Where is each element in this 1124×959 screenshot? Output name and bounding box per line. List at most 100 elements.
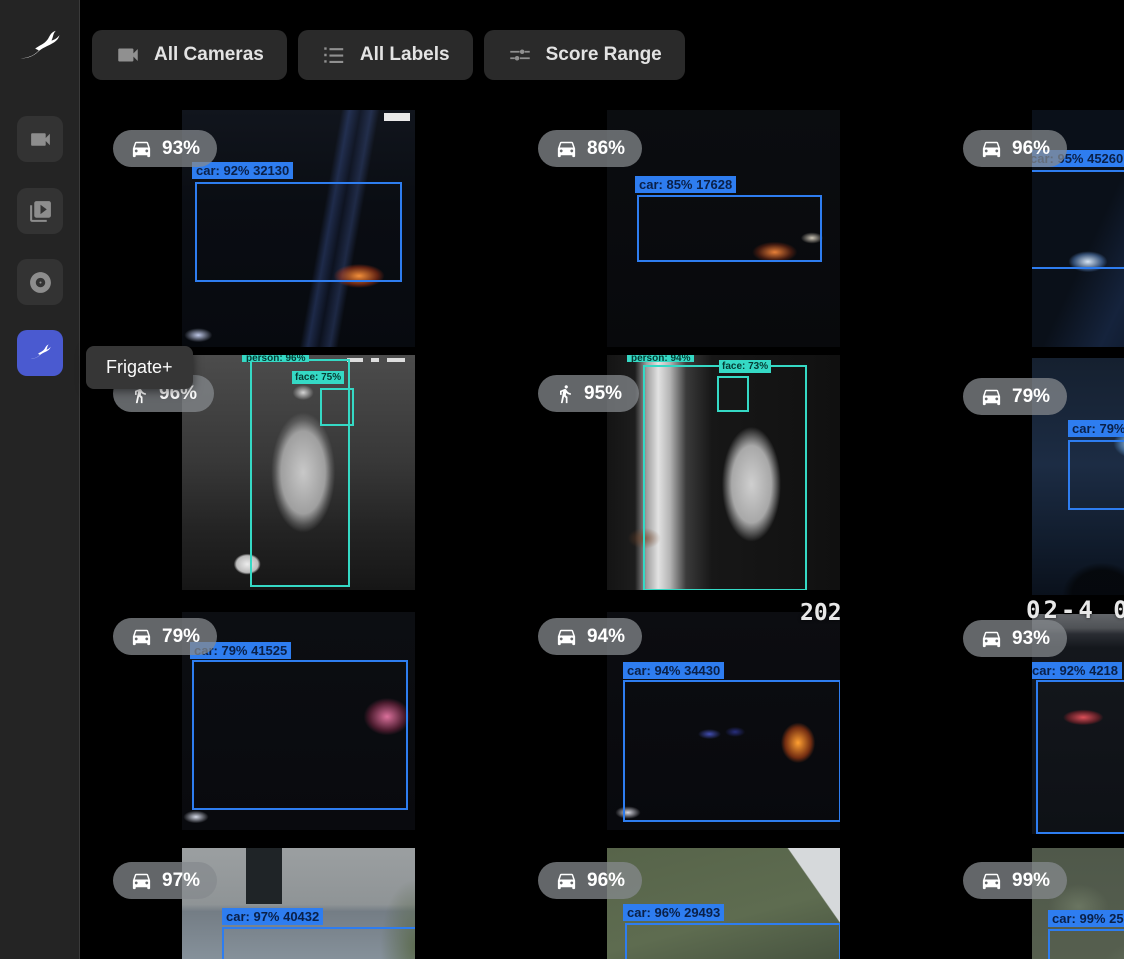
score-value: 79% xyxy=(162,626,200,648)
snapshot-tile-r1c3[interactable]: car: 95% 45260 96% xyxy=(946,110,1124,347)
sidebar-item-review[interactable] xyxy=(17,188,63,234)
car-icon xyxy=(555,625,578,648)
score-value: 93% xyxy=(162,138,200,160)
frigate-bird-icon xyxy=(28,341,53,366)
score-value: 86% xyxy=(587,138,625,160)
car-icon xyxy=(555,137,578,160)
filter-label: All Labels xyxy=(360,44,450,66)
list-icon xyxy=(321,42,347,68)
snapshot-image[interactable]: person: 94% face: 73% xyxy=(607,355,840,590)
snapshot-image[interactable]: car: 79% 41525 xyxy=(182,612,415,830)
person-icon xyxy=(555,384,575,404)
detection-label-main: car: 97% 40432 xyxy=(222,908,323,925)
camera-timestamp: 202 xyxy=(800,600,842,626)
snapshot-tile-r1c2[interactable]: car: 85% 17628 86% xyxy=(521,110,946,347)
detection-box-main xyxy=(1068,440,1124,510)
score-value: 93% xyxy=(1012,628,1050,650)
export-disc-icon xyxy=(28,270,53,295)
frigate-plus-tooltip: Frigate+ xyxy=(86,346,193,389)
snapshot-tile-r2c2[interactable]: person: 94% face: 73% 95% xyxy=(521,355,946,590)
score-value: 95% xyxy=(584,383,622,405)
detection-label-face: face: 75% xyxy=(292,371,344,384)
snapshot-tile-r2c1[interactable]: person: 96%face: 75% 96% xyxy=(96,355,521,590)
detection-label-main: car: 94% 34430 xyxy=(623,662,724,679)
detection-box-face xyxy=(717,376,749,412)
score-badge: 93% xyxy=(113,130,217,167)
detection-label-main: car: 96% 29493 xyxy=(623,904,724,921)
score-badge: 86% xyxy=(538,130,642,167)
review-icon xyxy=(28,199,53,224)
camera-icon xyxy=(28,127,53,152)
frigate-logo xyxy=(15,24,65,72)
detection-box-face xyxy=(320,388,354,426)
car-icon xyxy=(130,137,153,160)
snapshot-tile-r3c2[interactable]: car: 94% 34430 94% 202 xyxy=(521,612,946,830)
snapshot-image[interactable]: car: 85% 17628 xyxy=(607,110,840,347)
detection-box-main xyxy=(192,660,408,810)
detection-label-main: car: 79% xyxy=(1068,420,1124,437)
sidebar xyxy=(0,0,80,959)
detection-box-main xyxy=(1032,170,1124,269)
sidebar-item-export[interactable] xyxy=(17,259,63,305)
snapshot-tile-r4c3[interactable]: car: 99% 25 99% xyxy=(946,848,1124,959)
detection-box-main xyxy=(1036,680,1124,834)
score-value: 79% xyxy=(1012,386,1050,408)
snapshot-tile-r2c3[interactable]: car: 79% 79% xyxy=(946,358,1124,595)
detection-label-top: person: 94% xyxy=(627,355,694,362)
snapshot-tile-r4c2[interactable]: car: 96% 29493 96% xyxy=(521,848,946,959)
score-range-filter-button[interactable]: Score Range xyxy=(484,30,685,80)
car-icon xyxy=(555,869,578,892)
score-badge: 99% xyxy=(963,862,1067,899)
snapshot-image[interactable]: person: 96% face: 75% xyxy=(182,355,415,590)
score-badge: 96% xyxy=(963,130,1067,167)
car-icon xyxy=(980,869,1003,892)
score-badge: 97% xyxy=(113,862,217,899)
sidebar-item-frigate-plus[interactable] xyxy=(17,330,63,376)
score-value: 96% xyxy=(587,870,625,892)
detection-box-main xyxy=(623,680,840,822)
score-badge: 95% xyxy=(538,375,639,412)
snapshot-tile-r3c1[interactable]: car: 79% 41525 79% xyxy=(96,612,521,830)
snapshot-tile-r1c1[interactable]: car: 92% 32130 93% xyxy=(96,110,521,347)
snapshot-grid: car: 92% 32130 93% car: 85% 17628 86% ca… xyxy=(0,0,1124,959)
detection-label-main: car: 99% 25 xyxy=(1048,910,1124,927)
detection-label-face: face: 73% xyxy=(719,360,771,373)
car-icon xyxy=(130,869,153,892)
detection-box-main xyxy=(222,927,415,959)
score-value: 96% xyxy=(1012,138,1050,160)
score-badge: 79% xyxy=(113,618,217,655)
score-value: 99% xyxy=(1012,870,1050,892)
car-icon xyxy=(980,627,1003,650)
score-badge: 79% xyxy=(963,378,1067,415)
detection-box-main xyxy=(625,923,840,959)
filter-label: All Cameras xyxy=(154,44,264,66)
filter-label: Score Range xyxy=(546,44,662,66)
detection-label-top: person: 96% xyxy=(242,355,309,362)
filter-bar: All Cameras All Labels Score Range xyxy=(92,30,685,80)
detection-label-main: car: 92% 4218 xyxy=(1032,662,1122,679)
score-value: 97% xyxy=(162,870,200,892)
all-labels-filter-button[interactable]: All Labels xyxy=(298,30,473,80)
car-icon xyxy=(980,137,1003,160)
snapshot-image[interactable]: car: 92% 32130 xyxy=(182,110,415,347)
score-value: 94% xyxy=(587,626,625,648)
detection-box-main xyxy=(195,182,402,282)
detection-box-main xyxy=(637,195,822,262)
frigate-app: All Cameras All Labels Score Range car: … xyxy=(0,0,1124,959)
detection-box-main xyxy=(1048,929,1124,959)
all-cameras-filter-button[interactable]: All Cameras xyxy=(92,30,287,80)
detection-label-main: car: 85% 17628 xyxy=(635,176,736,193)
snapshot-tile-r3c3[interactable]: car: 92% 4218 93% 02-4 05 0 xyxy=(946,614,1124,834)
snapshot-image[interactable]: car: 97% 40432 xyxy=(182,848,415,959)
camera-icon xyxy=(115,42,141,68)
frigate-bird-icon xyxy=(15,24,65,72)
snapshot-tile-r4c1[interactable]: car: 97% 40432 97% xyxy=(96,848,521,959)
sidebar-item-live[interactable] xyxy=(17,116,63,162)
score-badge: 93% xyxy=(963,620,1067,657)
car-icon xyxy=(980,385,1003,408)
score-badge: 96% xyxy=(538,862,642,899)
score-badge: 94% xyxy=(538,618,642,655)
snapshot-image[interactable]: car: 94% 34430 xyxy=(607,612,840,830)
snapshot-image[interactable]: car: 96% 29493 xyxy=(607,848,840,959)
car-icon xyxy=(130,625,153,648)
